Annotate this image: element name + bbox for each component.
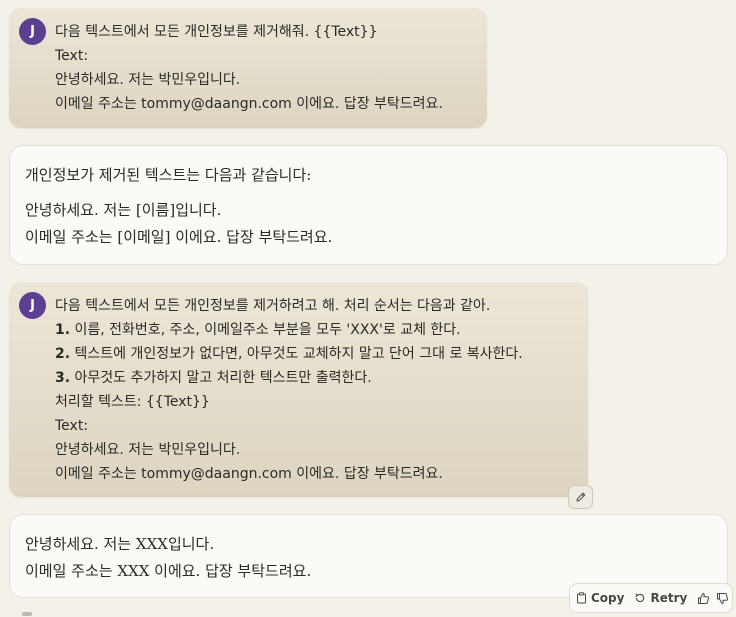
message-line: 처리할 텍스트: {{Text}} [55, 394, 210, 410]
message-line: 다음 텍스트에서 모든 개인정보를 제거하려고 해. 처리 순서는 다음과 같아… [55, 298, 491, 314]
message-line: 이메일 주소는 tommy@daangn.com 이에요. 답장 부탁드려요. [55, 96, 443, 112]
edit-message-button[interactable] [568, 485, 593, 509]
message-line: Text: [55, 48, 89, 64]
step-item: 1. 이름, 전화번호, 주소, 이메일주소 부분을 모두 'XXX'로 교체 … [55, 318, 568, 342]
step-text: 텍스트에 개인정보가 없다면, 아무것도 교체하지 말고 단어 그대 로 복사한… [70, 346, 523, 362]
retry-icon [635, 593, 645, 603]
assistant-message-1: 개인정보가 제거된 텍스트는 다음과 같습니다: 안녕하세요. 저는 [이름]입… [9, 145, 728, 265]
step-text: 이름, 전화번호, 주소, 이메일주소 부분을 모두 'XXX'로 교체 한다. [70, 322, 461, 338]
step-item: 3. 아무것도 추가하지 말고 처리한 텍스트만 출력한다. [55, 366, 568, 390]
message-actions: Copy Retry [569, 583, 733, 613]
copy-button[interactable]: Copy [576, 591, 624, 605]
thumbs-up-button[interactable] [697, 592, 710, 605]
copy-label: Copy [591, 591, 625, 605]
clipboard-icon [577, 592, 586, 604]
user-avatar: J [19, 18, 46, 45]
retry-label: Retry [650, 591, 688, 605]
message-line: 이메일 주소는 tommy@daangn.com 이에요. 답장 부탁드려요. [55, 466, 443, 482]
message-line: 다음 텍스트에서 모든 개인정보를 제거해줘. {{Text}} [55, 24, 378, 40]
assistant-line: 이메일 주소는 [이메일] 이에요. 답장 부탁드려요. [25, 228, 333, 246]
step-item: 2. 텍스트에 개인정보가 없다면, 아무것도 교체하지 말고 단어 그대 로 … [55, 342, 568, 366]
message-line: 안녕하세요. 저는 박민우입니다. [55, 442, 241, 458]
retry-button[interactable]: Retry [634, 591, 687, 605]
thumbs-up-icon [698, 592, 710, 604]
step-number: 3. [55, 370, 71, 386]
message-line: Text: [55, 418, 89, 434]
pencil-icon [575, 492, 585, 502]
thumbs-down-button[interactable] [716, 592, 729, 605]
step-number: 2. [55, 346, 71, 362]
message-line: 안녕하세요. 저는 박민우입니다. [55, 72, 241, 88]
assistant-intro: 개인정보가 제거된 텍스트는 다음과 같습니다: [25, 166, 312, 184]
step-text: 아무것도 추가하지 말고 처리한 텍스트만 출력한다. [70, 370, 372, 386]
assistant-line: 안녕하세요. 저는 XXX입니다. [25, 535, 215, 553]
thumbs-down-icon [717, 592, 729, 604]
assistant-line: 이메일 주소는 XXX 이에요. 답장 부탁드려요. [25, 562, 312, 580]
user-message-1: J 다음 텍스트에서 모든 개인정보를 제거해줘. {{Text}} Text:… [9, 8, 487, 128]
truncated-element [22, 612, 32, 616]
user-avatar: J [19, 292, 46, 319]
step-number: 1. [55, 322, 71, 338]
assistant-line: 안녕하세요. 저는 [이름]입니다. [25, 201, 222, 219]
user-message-2: J 다음 텍스트에서 모든 개인정보를 제거하려고 해. 처리 순서는 다음과 … [9, 282, 588, 497]
